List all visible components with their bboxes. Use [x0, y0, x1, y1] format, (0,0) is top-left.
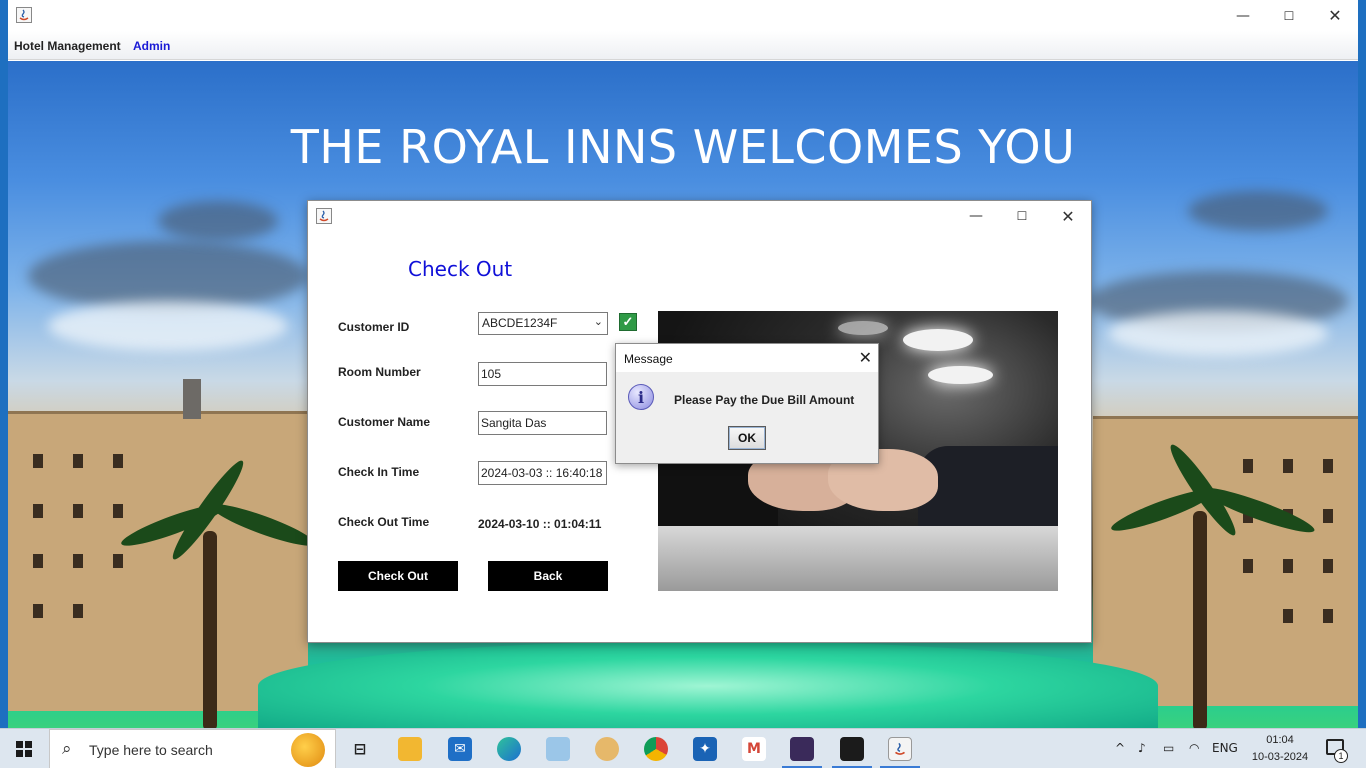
customer-id-value: ABCDE1234F: [482, 316, 558, 330]
maximize-button[interactable]: ☐: [1266, 0, 1312, 31]
notes-app-icon[interactable]: [546, 737, 570, 761]
dialog-minimize-button[interactable]: —: [953, 201, 999, 231]
message-title: Message: [624, 352, 673, 366]
menu-bar: Hotel Management Admin: [8, 31, 1358, 60]
clock-time: 01:04: [1266, 734, 1294, 746]
search-placeholder: Type here to search: [89, 742, 213, 758]
terminal-icon[interactable]: [840, 737, 864, 761]
search-highlight-icon: [291, 733, 325, 767]
search-icon: ⌕: [62, 739, 72, 759]
app-badge-icon[interactable]: [790, 737, 814, 761]
check-out-time-value: 2024-03-10 :: 01:04:11: [478, 517, 602, 531]
check-out-time-label: Check Out Time: [338, 515, 430, 529]
customer-name-label: Customer Name: [338, 415, 431, 429]
battery-icon[interactable]: ▭: [1163, 741, 1174, 755]
wifi-icon[interactable]: ◠: [1189, 741, 1199, 755]
ok-button[interactable]: OK: [728, 426, 766, 450]
clock-date: 10-03-2024: [1251, 751, 1309, 763]
info-icon: i: [628, 384, 654, 410]
check-out-button[interactable]: Check Out: [338, 561, 458, 591]
dialog-close-button[interactable]: ✕: [1045, 201, 1091, 231]
file-explorer-icon[interactable]: [398, 737, 422, 761]
window-titlebar: — ☐ ✕: [8, 0, 1358, 31]
check-in-time-label: Check In Time: [338, 465, 420, 479]
message-dialog: Message ✕ i Please Pay the Due Bill Amou…: [615, 343, 879, 464]
volume-icon[interactable]: ♪: [1138, 741, 1146, 755]
check-in-time-field[interactable]: 2024-03-03 :: 16:40:18: [478, 461, 607, 485]
task-view-icon[interactable]: ⊟: [348, 737, 372, 761]
dialog-maximize-button[interactable]: ☐: [999, 201, 1045, 231]
menu-hotel-management[interactable]: Hotel Management: [14, 39, 121, 53]
notification-badge: 1: [1334, 749, 1348, 763]
welcome-banner: THE ROYAL INNS WELCOMES YOU: [290, 120, 1076, 174]
chevron-up-icon[interactable]: ^: [1115, 741, 1125, 755]
clock[interactable]: 01:04 10-03-2024: [1248, 732, 1312, 766]
room-number-field[interactable]: 105: [478, 362, 607, 386]
start-button[interactable]: [0, 729, 48, 768]
menu-admin[interactable]: Admin: [133, 39, 170, 53]
customer-id-select[interactable]: ABCDE1234F ⌄: [478, 312, 608, 335]
language-indicator[interactable]: ENG: [1212, 741, 1238, 755]
app-bird-icon[interactable]: ✦: [693, 737, 717, 761]
java-icon: [316, 208, 332, 224]
java-icon: [16, 7, 32, 23]
close-button[interactable]: ✕: [1312, 0, 1358, 31]
windows-icon: [16, 741, 32, 757]
dialog-titlebar: — ☐ ✕: [308, 201, 1091, 231]
message-text: Please Pay the Due Bill Amount: [674, 393, 855, 407]
close-icon[interactable]: ✕: [859, 348, 872, 367]
mail-icon[interactable]: ✉: [448, 737, 472, 761]
chevron-down-icon: ⌄: [593, 316, 603, 328]
paint-icon[interactable]: [595, 737, 619, 761]
gmail-icon[interactable]: M: [742, 737, 766, 761]
edge-browser-icon[interactable]: [497, 737, 521, 761]
checkmark-icon[interactable]: ✓: [619, 313, 637, 331]
taskbar: ⌕ Type here to search ⊟ ✉ ✦ M ^ ♪ ▭ ◠ EN…: [0, 728, 1366, 768]
back-button[interactable]: Back: [488, 561, 608, 591]
taskbar-search[interactable]: ⌕ Type here to search: [49, 729, 336, 768]
minimize-button[interactable]: —: [1220, 0, 1266, 31]
dialog-heading: Check Out: [408, 257, 513, 281]
java-icon[interactable]: [888, 737, 912, 761]
java-glyph: [894, 742, 906, 755]
customer-id-label: Customer ID: [338, 320, 410, 334]
message-titlebar: Message ✕: [616, 344, 878, 372]
chrome-icon[interactable]: [644, 737, 668, 761]
room-number-label: Room Number: [338, 365, 421, 379]
customer-name-field[interactable]: Sangita Das: [478, 411, 607, 435]
